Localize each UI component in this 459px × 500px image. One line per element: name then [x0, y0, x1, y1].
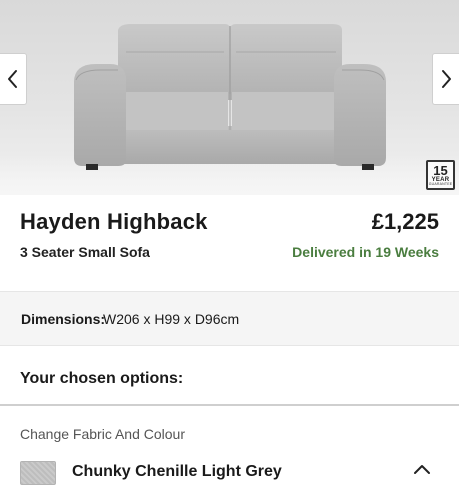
- dimensions-label: Dimensions:: [21, 311, 106, 327]
- sofa-image: [74, 24, 386, 170]
- product-price: £1,225: [371, 209, 439, 234]
- guarantee-caption: GUARANTEE: [428, 181, 453, 186]
- previous-image-button[interactable]: [0, 53, 27, 105]
- guarantee-badge: 15 YEAR GUARANTEE: [426, 160, 455, 190]
- dimensions-panel: Dimensions: W206 x H99 x D96cm: [0, 291, 459, 346]
- chosen-options-heading: Your chosen options:: [20, 370, 184, 387]
- delivery-estimate: Delivered in 19 Weeks: [292, 244, 439, 260]
- next-image-button[interactable]: [432, 53, 459, 105]
- guarantee-years: 15: [433, 162, 448, 178]
- fabric-option-label: Change Fabric And Colour: [20, 426, 185, 442]
- section-divider: [0, 404, 459, 406]
- product-title: Hayden Highback: [20, 209, 208, 234]
- chevron-up-icon[interactable]: [412, 462, 432, 476]
- product-subtitle: 3 Seater Small Sofa: [20, 244, 150, 260]
- fabric-name[interactable]: Chunky Chenille Light Grey: [72, 463, 282, 481]
- fabric-swatch[interactable]: [20, 461, 56, 485]
- chevron-right-icon: [442, 70, 451, 88]
- dimensions-value: W206 x H99 x D96cm: [103, 311, 240, 327]
- product-image-carousel[interactable]: 15 YEAR GUARANTEE: [0, 0, 459, 195]
- chevron-left-icon: [8, 70, 17, 88]
